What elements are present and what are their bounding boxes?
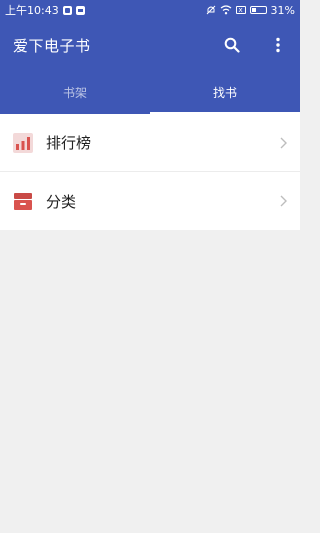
category-box-icon <box>12 190 34 212</box>
search-button[interactable] <box>222 35 242 55</box>
status-time: 上午10:43 <box>5 4 59 17</box>
app-screen: 上午10:43 x 31% 爱下电子书 书架 找书 排行榜 分类 <box>0 0 300 533</box>
list-item-label: 排行榜 <box>46 134 92 152</box>
no-sim-icon: x <box>235 6 246 14</box>
status-right: x 31% <box>206 4 295 17</box>
ranking-chart-icon <box>12 132 34 154</box>
more-vertical-icon <box>276 37 280 53</box>
wifi-icon <box>220 5 231 15</box>
tab-find-books[interactable]: 找书 <box>150 70 300 114</box>
chevron-right-icon <box>280 137 287 148</box>
list-item-ranking[interactable]: 排行榜 <box>0 114 300 172</box>
battery-percent: 31% <box>270 3 295 17</box>
status-left: 上午10:43 <box>5 2 85 18</box>
menu-list: 排行榜 分类 <box>0 114 300 230</box>
app-title: 爱下电子书 <box>13 36 91 55</box>
status-bar: 上午10:43 x 31% <box>0 0 300 20</box>
list-item-label: 分类 <box>46 192 77 211</box>
search-icon <box>224 37 240 53</box>
app-bar: 爱下电子书 <box>0 20 300 70</box>
list-item-category[interactable]: 分类 <box>0 172 300 230</box>
tab-bookshelf[interactable]: 书架 <box>0 70 150 114</box>
battery-icon <box>249 6 267 14</box>
security-shield-icon <box>62 5 72 15</box>
mute-bell-icon <box>206 5 215 15</box>
app-notification-icon <box>75 5 85 15</box>
chevron-right-icon <box>280 195 287 207</box>
app-bar-actions <box>222 35 288 55</box>
more-options-button[interactable] <box>268 35 288 55</box>
tab-bar: 书架 找书 <box>0 70 300 114</box>
